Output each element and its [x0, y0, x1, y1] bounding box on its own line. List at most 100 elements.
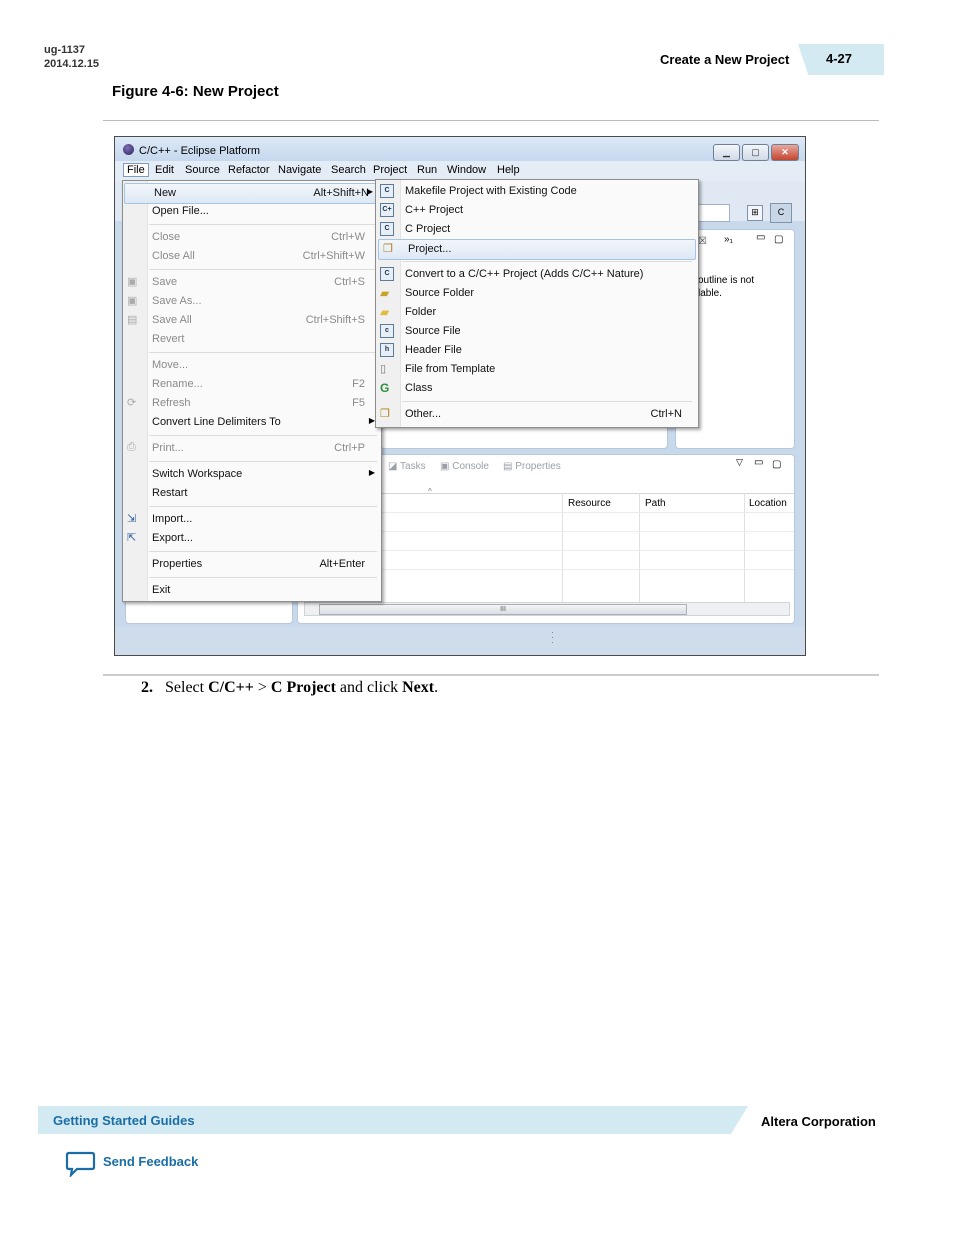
getting-started-guides-link[interactable]: Getting Started Guides	[53, 1113, 195, 1128]
outline-message-line1: outline is not	[698, 275, 755, 286]
status-grip-icon: · · ·	[551, 627, 554, 647]
menu-window[interactable]: Window	[447, 164, 486, 176]
step-button-ref: Next	[402, 679, 435, 696]
file-menu-move[interactable]: Move...	[123, 356, 381, 375]
doc-date: 2014.12.15	[44, 58, 100, 70]
submenu-arrow-icon: ▶	[366, 187, 373, 196]
c-project-icon: C	[380, 222, 394, 236]
eclipse-logo-icon	[123, 144, 134, 155]
folder-icon: ▰	[380, 305, 390, 319]
doc-number: ug-1137	[44, 44, 85, 56]
panel-maximize-icon[interactable]: ▢	[772, 459, 781, 470]
file-menu: New Alt+Shift+N ▶ Open File... Close Ctrl+W…	[122, 180, 382, 602]
makefile-project-icon: C	[380, 184, 394, 198]
feedback-icon[interactable]	[65, 1151, 96, 1177]
column-divider	[639, 493, 640, 603]
file-menu-new[interactable]: New Alt+Shift+N ▶	[124, 183, 380, 204]
view-minimize-icon[interactable]: ▭	[756, 232, 765, 243]
cpp-perspective-icon[interactable]: C	[770, 203, 792, 223]
view-maximize-icon[interactable]: ▢	[774, 234, 783, 245]
print-icon: ⎙	[127, 441, 136, 453]
step-text: Select	[165, 679, 205, 696]
new-cpp-project[interactable]: C+ C++ Project	[376, 201, 698, 220]
status-bar: · · ·	[115, 627, 805, 655]
file-menu-restart[interactable]: Restart	[123, 484, 381, 503]
step-item-ref: C Project	[270, 679, 336, 696]
company-name: Altera Corporation	[761, 1114, 876, 1129]
menu-file[interactable]: File	[123, 163, 149, 177]
file-menu-convert-line-delimiters[interactable]: Convert Line Delimiters To ▶	[123, 413, 381, 432]
menu-source[interactable]: Source	[185, 164, 220, 176]
menu-run[interactable]: Run	[417, 164, 437, 176]
minimize-button[interactable]: ▁	[713, 144, 740, 161]
window-titlebar: C/C++ - Eclipse Platform ▁ ▢ ✕	[115, 137, 805, 161]
file-menu-save-all[interactable]: ▤ Save All Ctrl+Shift+S	[123, 311, 381, 330]
column-path[interactable]: Path	[645, 498, 666, 509]
file-template-icon: ▯	[380, 363, 387, 375]
file-menu-print[interactable]: ⎙ Print... Ctrl+P	[123, 439, 381, 458]
menu-project[interactable]: Project	[373, 164, 407, 176]
maximize-button[interactable]: ▢	[742, 144, 769, 161]
file-menu-close-all[interactable]: Close All Ctrl+Shift+W	[123, 247, 381, 266]
new-project[interactable]: ❐ Project...	[378, 239, 696, 260]
column-location[interactable]: Location	[749, 498, 787, 509]
header-file-icon: h	[380, 343, 394, 357]
file-menu-open-file[interactable]: Open File...	[123, 202, 381, 221]
section-title: Create a New Project	[660, 52, 790, 67]
new-c-project[interactable]: CC Project	[376, 220, 698, 239]
file-menu-import[interactable]: ⇲ Import...	[123, 510, 381, 529]
file-menu-save[interactable]: ▣ Save Ctrl+S	[123, 273, 381, 292]
new-folder[interactable]: ▰ Folder	[376, 303, 698, 322]
file-menu-exit[interactable]: Exit	[123, 581, 381, 600]
new-source-folder[interactable]: ▰ Source Folder	[376, 284, 698, 303]
send-feedback-link[interactable]: Send Feedback	[103, 1154, 198, 1169]
file-menu-rename[interactable]: Rename... F2	[123, 375, 381, 394]
step-menu-ref: C/C++	[208, 679, 254, 696]
tab-console[interactable]: ▣ Console	[440, 461, 489, 472]
step-text: and click	[339, 679, 399, 696]
scrollbar-thumb[interactable]: III	[319, 604, 687, 615]
file-menu-close[interactable]: Close Ctrl+W	[123, 228, 381, 247]
new-other[interactable]: ❐ Other... Ctrl+N	[376, 405, 698, 424]
new-header-file[interactable]: h Header File	[376, 341, 698, 360]
file-menu-revert[interactable]: Revert	[123, 330, 381, 349]
menu-edit[interactable]: Edit	[155, 164, 174, 176]
save-all-icon: ▤	[127, 314, 138, 326]
file-menu-save-as[interactable]: ▣ Save As...	[123, 292, 381, 311]
step-number: 2.	[141, 679, 153, 696]
view-menu-icon[interactable]: ▽	[736, 457, 743, 468]
menu-navigate[interactable]: Navigate	[278, 164, 321, 176]
step-separator: >	[257, 679, 267, 696]
import-icon: ⇲	[127, 513, 137, 525]
file-menu-switch-workspace[interactable]: Switch Workspace ▶	[123, 465, 381, 484]
menu-search[interactable]: Search	[331, 164, 366, 176]
new-makefile-project[interactable]: C Makefile Project with Existing Code	[376, 182, 698, 201]
file-menu-properties[interactable]: Properties Alt+Enter	[123, 555, 381, 574]
file-menu-refresh[interactable]: ⟳ Refresh F5	[123, 394, 381, 413]
quick-access-input[interactable]	[698, 204, 730, 222]
menu-help[interactable]: Help	[497, 164, 520, 176]
outline-message-line2: lable.	[698, 288, 722, 299]
column-resource[interactable]: Resource	[568, 498, 611, 509]
panel-minimize-icon[interactable]: ▭	[754, 457, 763, 468]
new-class[interactable]: G Class	[376, 379, 698, 398]
outline-close-icon[interactable]: ☒	[698, 236, 707, 247]
source-folder-icon: ▰	[380, 286, 390, 300]
submenu-arrow-icon: ▶	[368, 468, 375, 477]
figure-caption: Figure 4-6: New Project	[112, 83, 279, 100]
horizontal-scrollbar[interactable]: III	[304, 602, 790, 616]
new-convert-to-cpp-project[interactable]: C Convert to a C/C++ Project (Adds C/C++ …	[376, 265, 698, 284]
new-file-from-template[interactable]: ▯ File from Template	[376, 360, 698, 379]
tab-tasks[interactable]: ◪ Tasks	[388, 461, 426, 472]
step-instruction: 2. Select C/C++ > C Project and click Ne…	[141, 679, 438, 697]
window-title: C/C++ - Eclipse Platform	[139, 145, 261, 157]
new-source-file[interactable]: c Source File	[376, 322, 698, 341]
file-menu-export[interactable]: ⇱ Export...	[123, 529, 381, 548]
tab-properties[interactable]: ▤ Properties	[503, 461, 561, 472]
open-perspective-icon[interactable]: ⊞	[747, 205, 763, 221]
refresh-icon: ⟳	[127, 397, 137, 409]
figure-rule	[103, 674, 879, 676]
close-button[interactable]: ✕	[771, 144, 799, 161]
menu-refactor[interactable]: Refactor	[228, 164, 270, 176]
view-overflow-icon[interactable]: »₁	[724, 234, 733, 245]
